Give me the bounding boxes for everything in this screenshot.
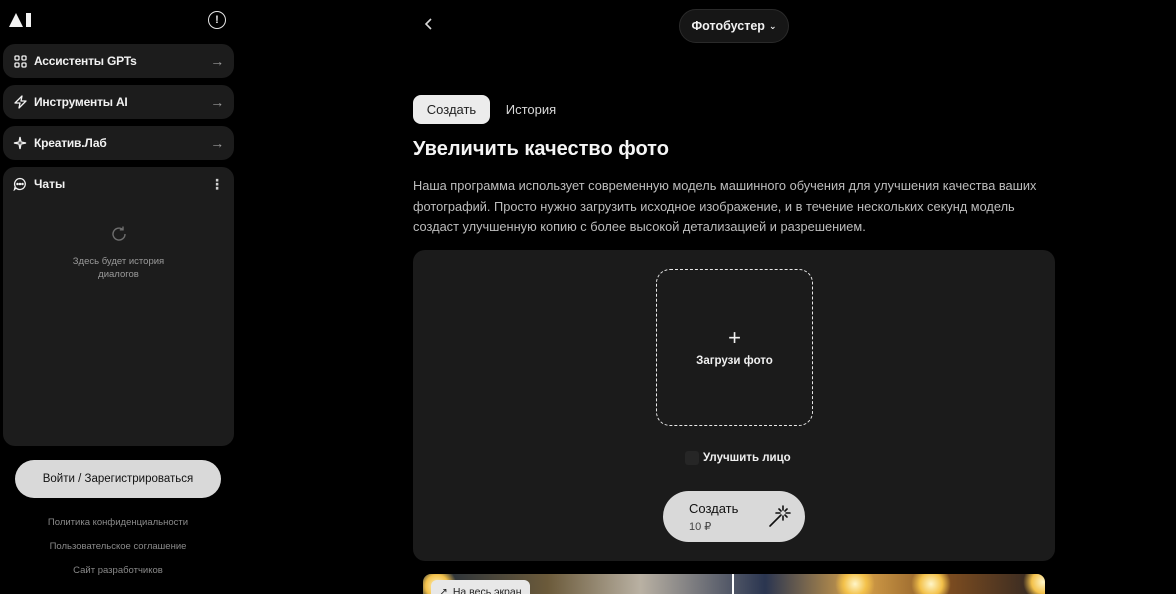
chats-empty-state: Здесь будет история диалогов <box>3 225 234 281</box>
sidebar-item-creative-lab[interactable]: Креатив.Лаб → <box>3 126 234 160</box>
sparkle-icon <box>13 136 27 150</box>
light-bokeh <box>911 574 951 594</box>
page-description: Наша программа использует современную мо… <box>413 178 1037 234</box>
enhance-face-checkbox[interactable] <box>685 451 699 465</box>
chats-header[interactable]: Чаты ⋮ <box>3 167 234 201</box>
sidebar-item-label: Креатив.Лаб <box>34 136 107 150</box>
light-bokeh <box>835 574 875 594</box>
developers-site-link[interactable]: Сайт разработчиков <box>0 565 236 576</box>
expand-icon: ↗ <box>439 586 448 594</box>
tab-history[interactable]: История <box>495 95 567 124</box>
chats-panel: Чаты ⋮ Здесь будет история диалогов <box>3 167 234 446</box>
upload-label: Загрузи фото <box>696 355 773 367</box>
photo-upload-dropzone[interactable]: + Загрузи фото <box>656 269 813 426</box>
fullscreen-label: На весь экран <box>452 586 522 594</box>
model-name: Фотобустер <box>691 19 765 33</box>
arrow-right-icon: → <box>210 53 224 69</box>
sidebar: ! Ассистенты GPTs → Инструменты AI → Кре… <box>0 0 236 594</box>
tab-create[interactable]: Создать <box>413 95 490 124</box>
create-button-price: 10 ₽ <box>689 521 712 533</box>
fullscreen-button[interactable]: ↗ На весь экран <box>431 580 530 594</box>
sidebar-item-tools[interactable]: Инструменты AI → <box>3 85 234 119</box>
example-preview-image: ↗ На весь экран <box>423 574 1045 594</box>
create-button-label: Создать <box>689 501 739 516</box>
back-icon[interactable] <box>421 16 437 32</box>
more-options-icon[interactable]: ⋮ <box>210 176 224 193</box>
magic-wand-icon <box>769 505 791 527</box>
refresh-icon <box>111 226 126 241</box>
enhance-face-label[interactable]: Улучшить лицо <box>703 452 791 464</box>
page-title: Увеличить качество фото <box>413 138 669 160</box>
compare-divider[interactable] <box>732 574 734 594</box>
chevron-down-icon: ⌄ <box>768 20 777 31</box>
arrow-right-icon: → <box>210 94 224 110</box>
sidebar-item-assistants[interactable]: Ассистенты GPTs → <box>3 44 234 78</box>
create-button[interactable]: Создать 10 ₽ <box>663 491 805 542</box>
user-agreement-link[interactable]: Пользовательское соглашение <box>0 541 236 552</box>
lightning-icon <box>13 95 27 109</box>
sidebar-item-label: Ассистенты GPTs <box>34 54 137 68</box>
chats-empty-text: Здесь будет история диалогов <box>72 256 165 280</box>
sidebar-item-label: Инструменты AI <box>34 95 128 109</box>
upload-panel: + Загрузи фото Улучшить лицо Создать 10 … <box>413 250 1055 561</box>
model-select[interactable]: Фотобустер ⌄ <box>679 9 789 43</box>
info-icon[interactable]: ! <box>208 11 226 29</box>
light-bokeh <box>1023 574 1045 594</box>
plus-icon: + <box>728 325 741 350</box>
privacy-policy-link[interactable]: Политика конфиденциальности <box>0 517 236 528</box>
chats-label: Чаты <box>34 177 66 191</box>
logo[interactable] <box>9 12 33 28</box>
arrow-right-icon: → <box>210 135 224 151</box>
chat-bubble-icon <box>13 177 27 191</box>
grid-icon <box>13 54 27 68</box>
login-button[interactable]: Войти / Зарегистрироваться <box>15 460 221 498</box>
